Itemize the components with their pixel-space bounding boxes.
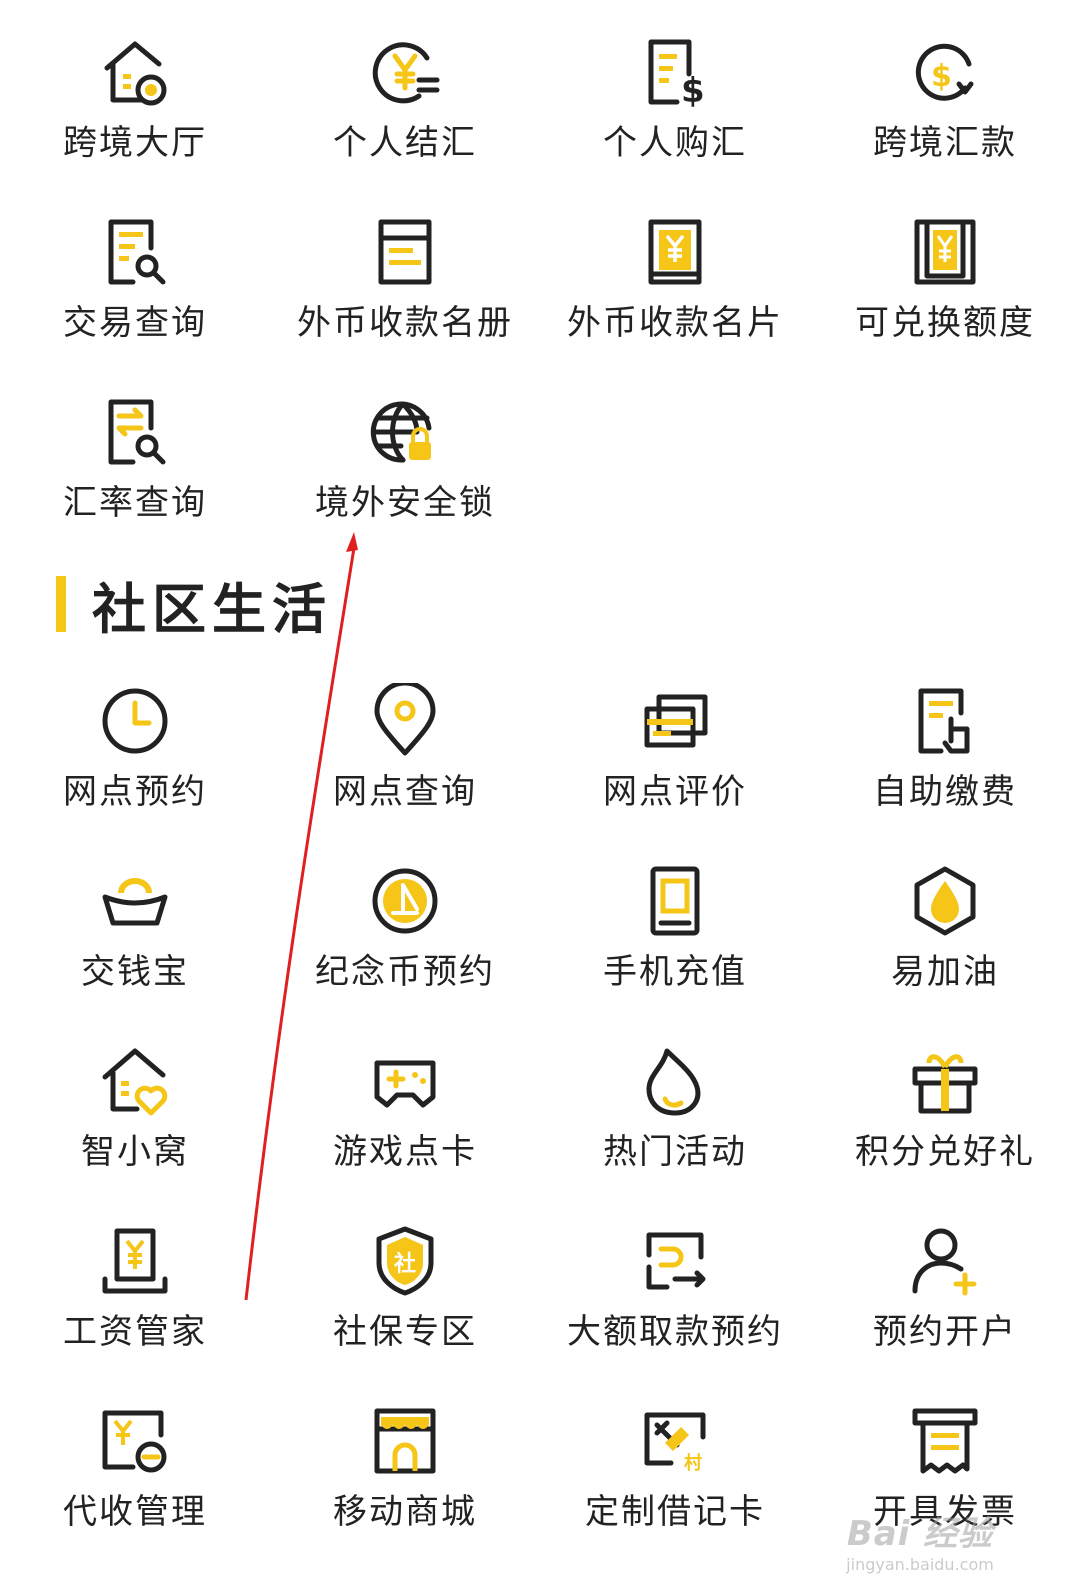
globe-lock-icon bbox=[367, 394, 443, 470]
community-tile-18[interactable]: 村定制借记卡 bbox=[540, 1397, 810, 1577]
community-grid: 网点预约 网点查询 网点评价 自助缴费交钱宝 纪念币预约 手机充值 易加油智小窝 游戏点卡 热门… bbox=[0, 677, 1080, 1577]
tile-label: 积分兑好礼 bbox=[855, 1132, 1035, 1172]
community-tile-17[interactable]: 移动商城 bbox=[270, 1397, 540, 1577]
cross_border-tile-6[interactable]: 外币收款名片 bbox=[540, 208, 810, 388]
document-hand-icon bbox=[907, 683, 983, 759]
cross_border-tile-8[interactable]: 汇率查询 bbox=[0, 388, 270, 568]
cross_border-tile-1[interactable]: 个人结汇 bbox=[270, 28, 540, 208]
cross_border-tile-0[interactable]: 跨境大厅 bbox=[0, 28, 270, 208]
cards-icon bbox=[637, 683, 713, 759]
yen-collect-icon bbox=[97, 1403, 173, 1479]
location-pin-icon bbox=[367, 683, 443, 759]
svg-text:村: 村 bbox=[684, 1452, 702, 1474]
tile-label: 自助缴费 bbox=[873, 772, 1017, 812]
community-tile-2[interactable]: 网点评价 bbox=[540, 677, 810, 857]
custom-card-icon: 村 bbox=[637, 1403, 713, 1479]
section-accent-bar bbox=[56, 576, 66, 632]
dollar-cycle-icon: $ bbox=[907, 34, 983, 110]
tile-label: 外币收款名片 bbox=[567, 303, 783, 343]
tile-label: 网点查询 bbox=[333, 772, 477, 812]
document-dollar-icon: $ bbox=[637, 34, 713, 110]
invoice-icon bbox=[907, 1403, 983, 1479]
tile-label: 个人购汇 bbox=[603, 123, 747, 163]
svg-text:社: 社 bbox=[394, 1251, 416, 1277]
tile-label: 汇率查询 bbox=[63, 483, 207, 523]
cross_border-tile-9[interactable]: 境外安全锁 bbox=[270, 388, 540, 568]
community-tile-12[interactable]: 工资管家 bbox=[0, 1217, 270, 1397]
tile-label: 个人结汇 bbox=[333, 123, 477, 163]
tile-label: 大额取款预约 bbox=[567, 1312, 783, 1352]
community-tile-4[interactable]: 交钱宝 bbox=[0, 857, 270, 1037]
tile-label: 定制借记卡 bbox=[585, 1492, 765, 1532]
community-tile-7[interactable]: 易加油 bbox=[810, 857, 1080, 1037]
tile-label: 手机充值 bbox=[603, 952, 747, 992]
tile-label: 预约开户 bbox=[873, 1312, 1017, 1352]
tile-label: 移动商城 bbox=[333, 1492, 477, 1532]
section-header-community: 社区生活 bbox=[56, 572, 332, 641]
community-tile-9[interactable]: 游戏点卡 bbox=[270, 1037, 540, 1217]
community-tile-19[interactable]: 开具发票 bbox=[810, 1397, 1080, 1577]
community-tile-14[interactable]: 大额取款预约 bbox=[540, 1217, 810, 1397]
tile-label: 纪念币预约 bbox=[315, 952, 495, 992]
house-coin-icon bbox=[97, 34, 173, 110]
svg-text:$: $ bbox=[681, 71, 705, 110]
tile-label: 热门活动 bbox=[603, 1132, 747, 1172]
community-tile-15[interactable]: 预约开户 bbox=[810, 1217, 1080, 1397]
tile-label: 跨境大厅 bbox=[63, 123, 207, 163]
tile-label: 网点预约 bbox=[63, 772, 207, 812]
yen-card-icon bbox=[637, 214, 713, 290]
svg-text:$: $ bbox=[931, 59, 952, 94]
community-tile-16[interactable]: 代收管理 bbox=[0, 1397, 270, 1577]
cross_border-tile-3[interactable]: $ 跨境汇款 bbox=[810, 28, 1080, 208]
tile-label: 交易查询 bbox=[63, 303, 207, 343]
tile-label: 代收管理 bbox=[63, 1492, 207, 1532]
tile-label: 智小窝 bbox=[81, 1132, 189, 1172]
tile-label: 跨境汇款 bbox=[873, 123, 1017, 163]
tile-label: 易加油 bbox=[891, 952, 999, 992]
commemorative-coin-icon bbox=[367, 863, 443, 939]
shield-icon: 社 bbox=[367, 1223, 443, 1299]
community-tile-5[interactable]: 纪念币预约 bbox=[270, 857, 540, 1037]
cross_border-tile-4[interactable]: 交易查询 bbox=[0, 208, 270, 388]
community-tile-0[interactable]: 网点预约 bbox=[0, 677, 270, 857]
withdraw-icon bbox=[637, 1223, 713, 1299]
community-tile-3[interactable]: 自助缴费 bbox=[810, 677, 1080, 857]
gold-ingot-icon bbox=[97, 863, 173, 939]
tile-label: 工资管家 bbox=[63, 1312, 207, 1352]
tile-label: 社保专区 bbox=[333, 1312, 477, 1352]
gamepad-icon bbox=[367, 1043, 443, 1119]
tile-label: 网点评价 bbox=[603, 772, 747, 812]
gift-icon bbox=[907, 1043, 983, 1119]
user-add-icon bbox=[907, 1223, 983, 1299]
tile-label: 境外安全锁 bbox=[315, 483, 495, 523]
community-tile-1[interactable]: 网点查询 bbox=[270, 677, 540, 857]
shop-icon bbox=[367, 1403, 443, 1479]
tile-label: 可兑换额度 bbox=[855, 303, 1035, 343]
community-tile-11[interactable]: 积分兑好礼 bbox=[810, 1037, 1080, 1217]
cross-border-grid: 跨境大厅 个人结汇 $ 个人购汇 $ 跨境汇款交易查询 外币收款名册 外币收款名片 可兑换额度汇… bbox=[0, 28, 1080, 568]
house-heart-icon bbox=[97, 1043, 173, 1119]
community-tile-8[interactable]: 智小窝 bbox=[0, 1037, 270, 1217]
cross_border-tile-5[interactable]: 外币收款名册 bbox=[270, 208, 540, 388]
tile-label: 开具发票 bbox=[873, 1492, 1017, 1532]
document-search-icon bbox=[97, 214, 173, 290]
yen-monitor-icon bbox=[97, 1223, 173, 1299]
tile-label: 外币收款名册 bbox=[297, 303, 513, 343]
cross_border-tile-2[interactable]: $ 个人购汇 bbox=[540, 28, 810, 208]
phone-icon bbox=[637, 863, 713, 939]
flame-icon bbox=[637, 1043, 713, 1119]
section-title: 社区生活 bbox=[92, 577, 332, 641]
tile-label: 游戏点卡 bbox=[333, 1132, 477, 1172]
clock-icon bbox=[97, 683, 173, 759]
community-tile-10[interactable]: 热门活动 bbox=[540, 1037, 810, 1217]
community-tile-6[interactable]: 手机充值 bbox=[540, 857, 810, 1037]
ledger-icon bbox=[367, 214, 443, 290]
community-tile-13[interactable]: 社社保专区 bbox=[270, 1217, 540, 1397]
yen-frame-icon bbox=[907, 214, 983, 290]
oil-drop-icon bbox=[907, 863, 983, 939]
tile-label: 交钱宝 bbox=[81, 952, 189, 992]
cross_border-tile-7[interactable]: 可兑换额度 bbox=[810, 208, 1080, 388]
exchange-rate-search-icon bbox=[97, 394, 173, 470]
yen-exchange-icon bbox=[367, 34, 443, 110]
